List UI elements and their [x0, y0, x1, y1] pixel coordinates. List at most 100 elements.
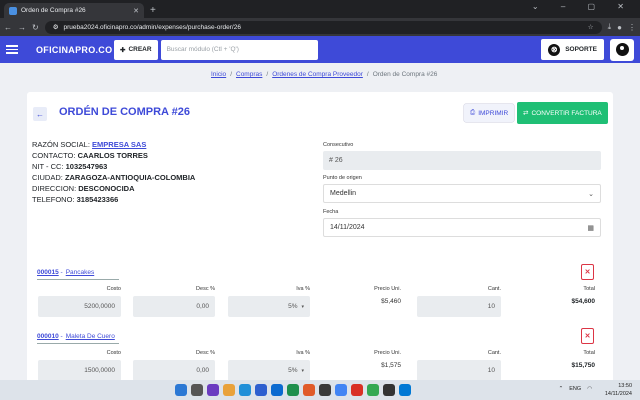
item-name: Pancakes [65, 269, 95, 276]
nit-label: NIT - CC: [32, 162, 64, 171]
calendar-icon[interactable]: ▦ [587, 224, 594, 232]
search-icon[interactable] [191, 384, 203, 396]
origen-select[interactable]: Medellin ⌄ [323, 184, 601, 203]
language-indicator[interactable]: ENG [569, 386, 581, 392]
clock-date: 14/11/2024 [604, 391, 632, 397]
iva-select[interactable]: 5% ▾ [228, 360, 310, 381]
contacto-label: CONTACTO: [32, 151, 76, 160]
app-icon[interactable] [383, 384, 395, 396]
support-button[interactable]: ⊗ SOPORTE [541, 39, 604, 60]
breadcrumb-sep: / [266, 71, 269, 78]
download-icon[interactable]: ⤓ [608, 22, 612, 32]
app-icon[interactable] [399, 384, 411, 396]
divider [37, 279, 119, 280]
total-header: Total [583, 286, 595, 292]
fecha-input[interactable]: 14/11/2024 ▦ [323, 218, 601, 237]
edge-icon[interactable] [239, 384, 251, 396]
brand-logo[interactable]: OFICINAPRO.CO [36, 45, 114, 55]
chrome-icon[interactable] [367, 384, 379, 396]
chevron-up-icon[interactable]: ⌃ [559, 386, 564, 392]
costo-input[interactable]: 5200,0000 [38, 296, 121, 317]
item-code: 000010 [37, 333, 59, 340]
printer-icon: ⎙ [470, 109, 476, 116]
cant-input[interactable]: 10 [417, 360, 501, 381]
store-icon[interactable] [255, 384, 267, 396]
item-separator: - [58, 333, 63, 340]
desc-input[interactable]: 0,00 [133, 360, 215, 381]
total-value: $54,600 [571, 298, 596, 305]
origen-value: Medellin [330, 190, 357, 197]
desc-header: Desc % [196, 350, 215, 356]
cant-input[interactable]: 10 [417, 296, 501, 317]
app-icon[interactable] [319, 384, 331, 396]
browser-tab[interactable]: Orden de Compra #26 ✕ [4, 3, 144, 18]
breadcrumb-home[interactable]: Inicio [211, 71, 226, 78]
clock-time: 13:50 [618, 383, 632, 389]
iva-value: 5% [288, 303, 298, 310]
costo-input[interactable]: 1500,0000 [38, 360, 121, 381]
wifi-icon[interactable]: ◠ [587, 386, 592, 392]
total-value: $15,750 [571, 362, 596, 369]
reload-icon[interactable]: ↻ [32, 23, 39, 32]
costo-header: Costo [106, 350, 121, 356]
create-button[interactable]: ✚ CREAR [114, 39, 158, 60]
bookmark-star-icon[interactable]: ☆ [588, 23, 594, 31]
close-tab-icon[interactable]: ✕ [133, 7, 139, 15]
forward-arrow-icon[interactable]: → [18, 23, 26, 32]
address-bar[interactable]: ⚙ prueba2024.oficinapro.co/admin/expense… [44, 20, 602, 34]
precio-header: Precio Uni. [374, 350, 401, 356]
task-view-icon[interactable] [207, 384, 219, 396]
browser-menu-icon[interactable]: ⋮ [628, 23, 636, 32]
desc-header: Desc % [196, 286, 215, 292]
desc-input[interactable]: 0,00 [133, 296, 215, 317]
iva-header: Iva % [296, 350, 310, 356]
delete-item-button[interactable]: ✕ [581, 264, 594, 280]
convert-invoice-button[interactable]: ⇄ CONVERTIR FACTURA [517, 102, 608, 124]
profile-icon[interactable]: ● [617, 23, 622, 32]
precio-value: $1,575 [381, 362, 401, 369]
firefox-icon[interactable] [303, 384, 315, 396]
clock[interactable]: 13:50 14/11/2024 [605, 382, 632, 398]
hamburger-menu-icon[interactable] [6, 45, 18, 54]
items-card: 000015 - Pancakes ✕ Costo 5200,0000 Desc … [27, 258, 613, 398]
mail-icon[interactable] [271, 384, 283, 396]
item-code-link[interactable]: 000015 - Pancakes [37, 269, 94, 276]
breadcrumb-sep: / [366, 71, 369, 78]
total-header: Total [583, 350, 595, 356]
app-navbar: OFICINAPRO.CO ✚ CREAR Buscar módulo (Ctl… [0, 36, 640, 63]
breadcrumb-compras[interactable]: Compras [236, 71, 262, 78]
delete-item-button[interactable]: ✕ [581, 328, 594, 344]
favicon-icon [9, 6, 17, 15]
os-taskbar: ⌃ ENG ◠ 13:50 14/11/2024 [0, 380, 640, 400]
telefono-value: 3185423366 [76, 195, 119, 204]
back-arrow-icon[interactable]: ← [4, 23, 12, 32]
site-info-icon[interactable]: ⚙ [53, 23, 59, 31]
direccion-label: DIRECCION: [32, 184, 77, 193]
window-controls[interactable]: ⌄ – ▢ ✕ [532, 2, 634, 11]
app-icon[interactable] [351, 384, 363, 396]
module-search-input[interactable]: Buscar módulo (Ctl + 'Q') [160, 39, 318, 60]
chrome-icon[interactable] [335, 384, 347, 396]
print-button[interactable]: ⎙ IMPRIMIR [464, 104, 515, 122]
item-code: 000015 [37, 269, 59, 276]
fecha-value: 14/11/2024 [330, 224, 365, 231]
taskbar-apps [175, 384, 411, 396]
item-code-link[interactable]: 000010 - Maleta De Cuero [37, 333, 115, 340]
file-explorer-icon[interactable] [223, 384, 235, 396]
supplier-name-link[interactable]: EMPRESA SAS [92, 140, 146, 149]
consecutivo-field: # 26 [323, 151, 601, 170]
new-tab-icon[interactable]: + [150, 3, 156, 18]
excel-icon[interactable] [287, 384, 299, 396]
iva-select[interactable]: 5% ▾ [228, 296, 310, 317]
user-menu-button[interactable] [610, 38, 634, 61]
windows-start-icon[interactable] [175, 384, 187, 396]
contacto-value: CAARLOS TORRES [77, 151, 148, 160]
nit-value: 1032547963 [65, 162, 108, 171]
create-button-label: CREAR [128, 46, 152, 53]
breadcrumb-ordenes[interactable]: Ordenes de Compra Proveedor [272, 71, 363, 78]
browser-toolbar: ← → ↻ ⚙ prueba2024.oficinapro.co/admin/e… [0, 18, 640, 36]
back-button[interactable]: ← [33, 107, 47, 121]
costo-header: Costo [106, 286, 121, 292]
user-avatar-icon [615, 43, 629, 56]
chevron-down-icon: ▾ [301, 367, 304, 374]
